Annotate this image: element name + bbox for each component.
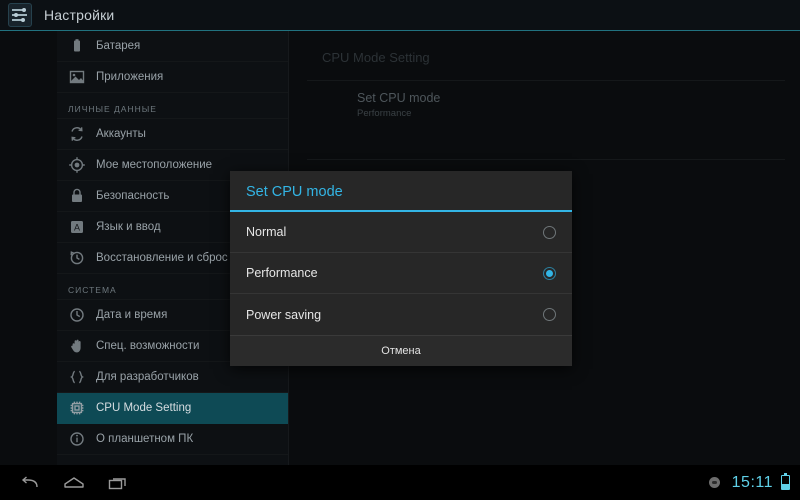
cpu-chip-icon (68, 399, 86, 417)
restore-icon (68, 249, 86, 267)
location-icon (68, 156, 86, 174)
sidebar-item-label: О планшетном ПК (96, 433, 194, 445)
settings-sliders-icon (8, 3, 32, 27)
cpu-mode-option-performance[interactable]: Performance (230, 253, 572, 294)
action-bar: Настройки (0, 0, 800, 30)
clock: 15:11 (731, 473, 773, 491)
back-arrow-icon (21, 475, 38, 487)
braces-icon (68, 368, 86, 386)
back-button[interactable] (8, 465, 52, 500)
set-cpu-mode-dialog: Set CPU mode Normal Performance Power savi… (230, 171, 572, 366)
system-navigation-bar: 15:11 (0, 465, 800, 500)
sidebar-item-label: Безопасность (96, 190, 170, 202)
sidebar-item-label: Восстановление и сброс (96, 252, 228, 264)
pane-row-divider (307, 159, 785, 160)
sidebar-item-для-разработчиков[interactable]: Для разработчиков (57, 362, 288, 393)
set-cpu-mode-row-subtitle: Performance (357, 108, 412, 119)
pane-title: CPU Mode Setting (322, 50, 430, 65)
cancel-button[interactable]: Отмена (381, 345, 420, 357)
sidebar-item-label: Дата и время (96, 309, 168, 321)
sidebar-item-label: Приложения (96, 71, 164, 83)
radio-button[interactable] (543, 225, 556, 239)
option-label: Performance (246, 266, 318, 280)
cpu-mode-option-power-saving[interactable]: Power saving (230, 294, 572, 335)
hand-icon (68, 337, 86, 355)
sidebar-item-батарея[interactable]: Батарея (57, 31, 288, 62)
cpu-mode-option-normal[interactable]: Normal (230, 212, 572, 253)
sidebar-item-label: Батарея (96, 40, 141, 52)
sync-icon (68, 125, 86, 143)
clock-icon (68, 306, 86, 324)
sidebar-item-label: Язык и ввод (96, 221, 161, 233)
cpu-mode-option-list[interactable]: Normal Performance Power saving (230, 212, 572, 335)
sidebar-item-label: Спец. возможности (96, 340, 200, 352)
dialog-title: Set CPU mode (246, 184, 343, 200)
pane-divider (307, 80, 785, 81)
option-label: Normal (246, 225, 287, 239)
apps-icon (68, 68, 86, 86)
recent-apps-icon (108, 477, 126, 489)
radio-button[interactable] (543, 266, 556, 280)
info-icon (68, 430, 86, 448)
sidebar-item-cpu-mode-setting[interactable]: CPU Mode Setting (57, 393, 288, 424)
battery-icon (68, 37, 86, 55)
sidebar-section-header: ЛИЧНЫЕ ДАННЫЕ (57, 93, 288, 119)
set-cpu-mode-row-title: Set CPU mode (357, 91, 441, 105)
battery-fill (782, 483, 789, 489)
home-button[interactable] (52, 465, 96, 500)
svg-text:A: A (74, 222, 80, 232)
sidebar-item-label: Для разработчиков (96, 371, 199, 383)
dialog-button-bar: Отмена (230, 335, 572, 366)
recent-apps-button[interactable] (96, 465, 140, 500)
set-cpu-mode-row[interactable]: Set CPU mode Performance (357, 91, 787, 119)
usb-debug-icon (708, 477, 720, 488)
status-area[interactable]: 15:11 (708, 473, 800, 492)
tablet-screen: Настройки CPU Mode Setting Set CPU mode … (0, 0, 800, 500)
sidebar-item-аккаунты[interactable]: Аккаунты (57, 119, 288, 150)
home-icon (64, 476, 84, 488)
page-title: Настройки (44, 7, 115, 23)
sidebar-item-label: CPU Mode Setting (96, 402, 192, 414)
content-area: CPU Mode Setting Set CPU mode Performanc… (0, 31, 800, 465)
sidebar-item-о-планшетном-пк[interactable]: О планшетном ПК (57, 424, 288, 455)
sidebar-item-label: Аккаунты (96, 128, 146, 140)
battery-icon (781, 473, 790, 490)
lock-icon (68, 187, 86, 205)
sidebar-item-label: Мое местоположение (96, 159, 213, 171)
language-icon: A (68, 218, 86, 236)
option-label: Power saving (246, 307, 322, 322)
sidebar-item-приложения[interactable]: Приложения (57, 62, 288, 93)
radio-button[interactable] (543, 308, 556, 321)
